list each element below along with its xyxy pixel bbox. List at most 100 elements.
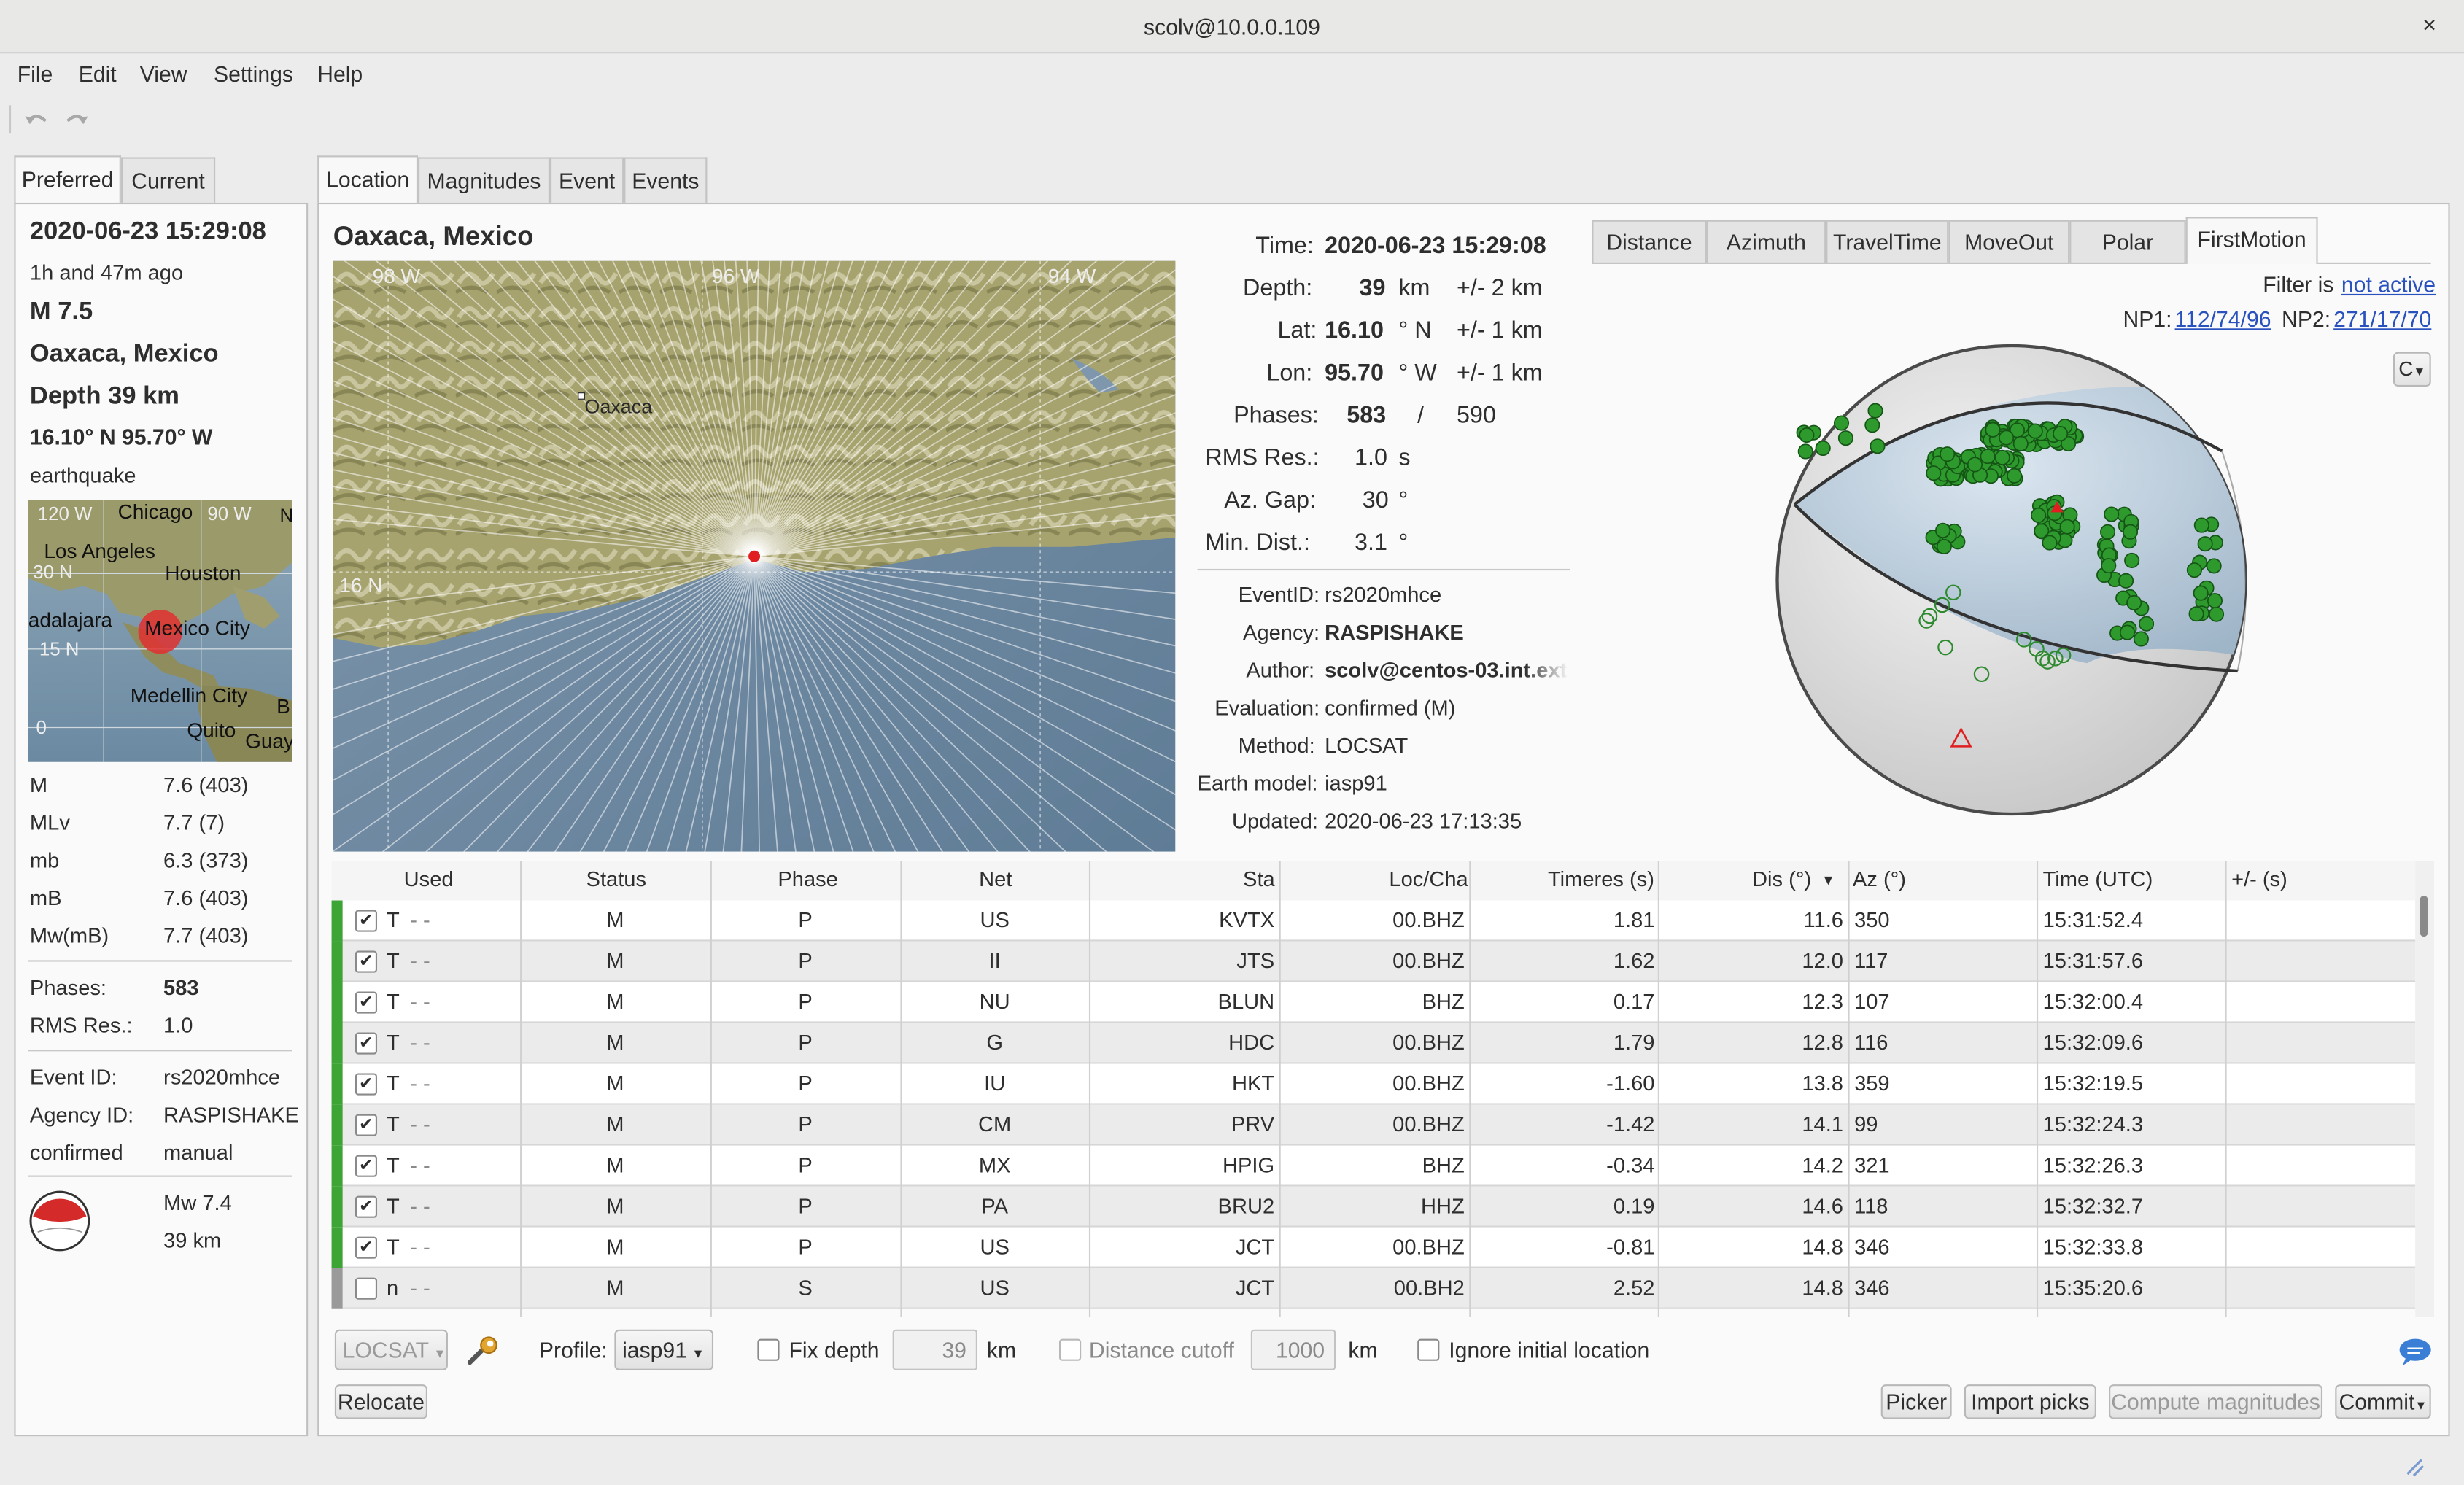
used-checkbox[interactable] (355, 1277, 378, 1300)
divider (28, 1175, 292, 1177)
column-divider (1848, 861, 1850, 1317)
col-dis[interactable]: Dis (°) (1752, 867, 1811, 891)
import-picks-button[interactable]: Import picks (1964, 1384, 2096, 1419)
tab-location[interactable]: Location (317, 155, 419, 205)
plot-tab-polar[interactable]: Polar (2069, 220, 2186, 264)
meta-evaluation-label: Evaluation: (1214, 696, 1320, 720)
info-lon-error: +/- 1 km (1457, 360, 1543, 387)
np1-link[interactable]: 112/74/96 (2175, 306, 2271, 331)
chevron-down-icon: ▼ (2413, 364, 2426, 379)
tab-current[interactable]: Current (120, 157, 216, 205)
agency-id-value: RASPISHAKE (163, 1103, 299, 1127)
menu-view[interactable]: View (140, 61, 187, 86)
compression-station-marker (1934, 522, 1951, 538)
plot-tab-azimuth[interactable]: Azimuth (1706, 220, 1826, 264)
filter-link[interactable]: not active (2341, 272, 2436, 297)
used-checkbox[interactable]: ✔ (355, 950, 378, 973)
fix-depth-checkbox[interactable] (757, 1338, 780, 1361)
used-checkbox[interactable]: ✔ (355, 1032, 378, 1055)
np2-link[interactable]: 271/17/70 (2333, 306, 2431, 331)
commit-label: Commit (2339, 1389, 2415, 1415)
used-checkbox[interactable]: ✔ (355, 1236, 378, 1259)
compute-magnitudes-button[interactable]: Compute magnitudes (2109, 1384, 2323, 1419)
used-checkbox[interactable]: ✔ (355, 1155, 378, 1177)
tab-events[interactable]: Events (624, 157, 708, 205)
ignore-initial-checkbox[interactable] (1417, 1338, 1440, 1361)
used-checkbox[interactable]: ✔ (355, 1195, 378, 1218)
undo-icon[interactable] (23, 109, 48, 131)
plot-tab-firstmotion[interactable]: FirstMotion (2185, 217, 2318, 264)
resize-grip-icon[interactable] (2403, 1455, 2428, 1480)
map-label-lon96: 96 W (711, 263, 760, 288)
close-icon[interactable]: × (2414, 0, 2445, 53)
used-checkbox[interactable]: ✔ (355, 991, 378, 1014)
table-row[interactable]: ✔ T - - M P CM PRV 00.BHZ -1.42 14.1 99 15:32:24.3 (331, 1104, 2416, 1146)
table-row[interactable]: ✔ T - - M P PA BRU2 HHZ 0.19 14.6 118 15:32:32.7 (331, 1186, 2416, 1228)
relocate-button[interactable]: Relocate (334, 1384, 427, 1419)
info-rms-value: 1.0 (1355, 444, 1387, 472)
commit-button[interactable]: Commit▼ (2335, 1384, 2431, 1419)
cell-distance: 14.2 (1802, 1153, 1843, 1177)
col-sta[interactable]: Sta (1243, 867, 1275, 891)
used-checkbox[interactable]: ✔ (355, 1114, 378, 1136)
meta-earthmodel-value: iasp91 (1325, 771, 1387, 796)
col-status[interactable]: Status (586, 867, 646, 891)
depth-input[interactable]: 39 (892, 1329, 977, 1370)
cell-used-flag: T (386, 908, 400, 932)
summary-time: 2020-06-23 15:29:08 (29, 218, 266, 246)
col-time[interactable]: Time (UTC) (2043, 867, 2153, 891)
comment-icon[interactable] (2396, 1335, 2434, 1367)
mag-type: M (29, 773, 48, 797)
table-scrollbar[interactable] (2415, 861, 2435, 1317)
meta-agency-value: RASPISHAKE (1325, 621, 1464, 645)
table-row[interactable]: n - - M S US JCT 00.BH2 2.52 14.8 346 15:35:20.6 (331, 1268, 2416, 1309)
scrollbar-thumb[interactable] (2420, 896, 2428, 937)
menu-help[interactable]: Help (317, 61, 363, 86)
col-err[interactable]: +/- (s) (2231, 867, 2287, 891)
cell-station: PRV (1231, 1112, 1275, 1136)
location-map[interactable]: 98 W 96 W 94 W 16 N Oaxaca (333, 260, 1176, 852)
cell-station: JTS (1236, 949, 1275, 973)
compression-station-marker (2059, 519, 2075, 535)
table-row[interactable]: ✔ T - - M P G HDC 00.BHZ 1.79 12.8 116 15:32:09.6 (331, 1023, 2416, 1064)
distance-cutoff-checkbox[interactable] (1058, 1338, 1082, 1361)
menu-edit[interactable]: Edit (79, 61, 117, 86)
summary-event-type: earthquake (29, 463, 136, 487)
plot-tab-traveltime[interactable]: TravelTime (1826, 220, 1949, 264)
column-divider (1088, 861, 1091, 1317)
table-row[interactable]: ✔ T - - M P US JCT 00.BHZ -0.81 14.8 346 15:32:33.8 (331, 1227, 2416, 1268)
col-net[interactable]: Net (979, 867, 1012, 891)
tab-magnitudes[interactable]: Magnitudes (418, 157, 551, 205)
used-checkbox[interactable]: ✔ (355, 910, 378, 932)
wrench-icon[interactable] (464, 1335, 502, 1367)
overview-map[interactable]: 120 W Chicago 90 W N Los Angeles 30 N Ho… (28, 500, 292, 762)
first-motion-plot[interactable] (1773, 341, 2250, 819)
col-loccha[interactable]: Loc/Cha (1389, 867, 1468, 891)
table-row[interactable]: ✔ T - - M P II JTS 00.BHZ 1.62 12.0 117 15:31:57.6 (331, 941, 2416, 982)
distance-cutoff-input[interactable]: 1000 (1250, 1329, 1336, 1370)
col-phase[interactable]: Phase (778, 867, 837, 891)
table-row[interactable]: ✔ T - - M P NU BLUN BHZ 0.17 12.3 107 15:32:00.4 (331, 982, 2416, 1023)
plot-menu-button[interactable]: C▼ (2393, 352, 2431, 387)
tab-preferred[interactable]: Preferred (14, 155, 121, 205)
profile-select[interactable]: iasp91 ▼ (614, 1329, 714, 1370)
picker-button[interactable]: Picker (1880, 1384, 1952, 1419)
redo-icon[interactable] (64, 109, 89, 131)
menu-settings[interactable]: Settings (214, 61, 293, 86)
locator-select[interactable]: LOCSAT ▼ (334, 1329, 448, 1370)
divider (28, 1050, 292, 1052)
map-label-guayaquil: Guay (245, 729, 292, 753)
menu-file[interactable]: File (18, 61, 53, 86)
table-row[interactable]: ✔ T - - M P US KVTX 00.BHZ 1.81 11.6 350 15:31:52.4 (331, 900, 2416, 942)
col-used[interactable]: Used (404, 867, 454, 891)
table-row[interactable]: ✔ T - - M P IU HKT 00.BHZ -1.60 13.8 359 15:32:19.5 (331, 1063, 2416, 1105)
used-checkbox[interactable]: ✔ (355, 1073, 378, 1096)
table-row[interactable]: ✔ T - - M P MX HPIG BHZ -0.34 14.2 321 15:32:26.3 (331, 1145, 2416, 1187)
plot-tab-moveout[interactable]: MoveOut (1948, 220, 2070, 264)
col-az[interactable]: Az (°) (1853, 867, 1906, 891)
plot-tab-distance[interactable]: Distance (1592, 220, 1707, 264)
col-timeres[interactable]: Timeres (s) (1548, 867, 1654, 891)
tab-event[interactable]: Event (550, 157, 624, 205)
compression-station-marker (1985, 422, 2001, 438)
plot-menu-label: C (2398, 357, 2414, 381)
